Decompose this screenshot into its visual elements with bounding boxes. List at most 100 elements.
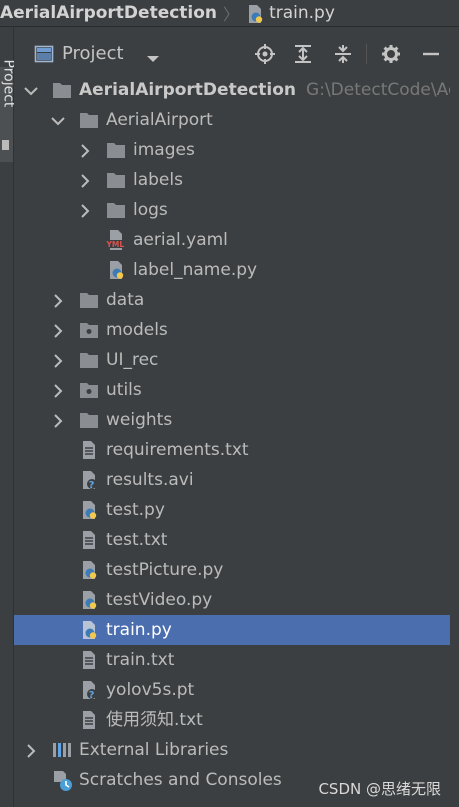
project-tree: AerialAirportDetectionG:\DetectCode\Aeri…: [14, 75, 459, 807]
text-file-icon: [79, 440, 99, 460]
folder-icon: [79, 410, 99, 430]
tree-row-aerial-yaml[interactable]: YML aerial.yaml: [14, 225, 450, 255]
tree-row-label: label_name.py: [133, 260, 258, 280]
tree-row-label: testPicture.py: [106, 560, 224, 580]
tree-row-ui-rec[interactable]: UI_rec: [14, 345, 450, 375]
breadcrumb-file[interactable]: train.py: [269, 3, 335, 23]
tool-window-strip: Project: [0, 27, 17, 807]
tree-row-label: yolov5s.pt: [106, 680, 195, 700]
tree-row-label: train.txt: [106, 650, 175, 670]
tree-row-requirements-txt[interactable]: requirements.txt: [14, 435, 450, 465]
structure-tab-icon[interactable]: [2, 140, 9, 150]
tree-row-train-py[interactable]: train.py: [14, 615, 450, 645]
tree-row-label: test.txt: [106, 530, 168, 550]
python-file-icon: [106, 260, 126, 280]
tree-row-weights[interactable]: weights: [14, 405, 450, 435]
tree-row-label: aerial.yaml: [133, 230, 228, 250]
expand-all-icon[interactable]: [292, 43, 314, 65]
folder-icon: [79, 110, 99, 130]
tree-row-label: AerialAirport: [106, 110, 213, 130]
tree-row-label: Scratches and Consoles: [79, 770, 282, 790]
tree-row-testvideo-py[interactable]: testVideo.py: [14, 585, 450, 615]
tree-row-test-py[interactable]: test.py: [14, 495, 450, 525]
folder-icon: [106, 170, 126, 190]
chevron-right-icon[interactable]: [78, 143, 92, 158]
project-tab-label: Project: [0, 59, 17, 108]
tree-root-label: AerialAirportDetectionG:\DetectCode\Aeri: [79, 79, 450, 101]
yaml-file-icon: YML: [106, 230, 128, 250]
tree-row-testpicture-py[interactable]: testPicture.py: [14, 555, 450, 585]
unknown-file-icon: ?: [79, 470, 99, 491]
tree-row-label: 使用须知.txt: [106, 710, 203, 730]
minimize-icon[interactable]: [420, 43, 442, 65]
chevron-down-icon[interactable]: [51, 113, 65, 127]
svg-text:YML: YML: [106, 240, 124, 249]
chevron-right-icon[interactable]: [51, 353, 65, 368]
unknown-file-icon: ?: [79, 680, 99, 701]
tree-row-models[interactable]: models: [14, 315, 450, 345]
tree-row-results-avi[interactable]: ? results.avi: [14, 465, 450, 495]
folder-icon: [52, 80, 72, 100]
tree-row-aerialairport[interactable]: AerialAirport: [14, 105, 450, 135]
tree-row-logs[interactable]: logs: [14, 195, 450, 225]
chevron-down-icon[interactable]: [146, 49, 160, 69]
chevron-right-icon[interactable]: [78, 203, 92, 218]
collapse-all-icon[interactable]: [332, 43, 354, 65]
tree-row-label: testVideo.py: [106, 590, 213, 610]
chevron-right-icon[interactable]: [51, 323, 65, 338]
package-folder-icon: [79, 320, 99, 340]
scratches-icon: [52, 770, 72, 791]
chevron-right-icon[interactable]: [24, 743, 38, 758]
python-file-icon: [79, 500, 99, 520]
tree-row-utils[interactable]: utils: [14, 375, 450, 405]
watermark: CSDN @思绪无限: [318, 780, 441, 798]
chevron-right-icon[interactable]: [78, 173, 92, 188]
folder-icon: [79, 350, 99, 370]
folder-icon: [79, 290, 99, 310]
chevron-down-icon[interactable]: [24, 83, 38, 97]
tree-row-label: data: [106, 290, 145, 310]
tree-row-external-libraries[interactable]: External Libraries: [14, 735, 450, 765]
python-file-icon: [79, 590, 99, 610]
gear-icon[interactable]: [380, 43, 402, 65]
tree-row-label: requirements.txt: [106, 440, 249, 460]
toolbar-divider: [366, 44, 367, 64]
package-folder-icon: [79, 380, 99, 400]
tree-row-label: labels: [133, 170, 183, 190]
library-icon: [52, 740, 72, 760]
tree-row-label: models: [106, 320, 168, 340]
breadcrumb-project[interactable]: AerialAirportDetection: [0, 3, 217, 23]
tree-row-test-txt[interactable]: test.txt: [14, 525, 450, 555]
text-file-icon: [79, 650, 99, 670]
chevron-right-icon[interactable]: [51, 383, 65, 398]
tree-row-train-txt[interactable]: train.txt: [14, 645, 450, 675]
project-view-title[interactable]: Project: [62, 43, 124, 64]
folder-icon: [106, 200, 126, 220]
text-file-icon: [79, 530, 99, 550]
chevron-right-icon[interactable]: [51, 413, 65, 428]
tree-row-root[interactable]: AerialAirportDetectionG:\DetectCode\Aeri: [14, 75, 450, 105]
breadcrumb: AerialAirportDetection 〉 train.py: [0, 0, 459, 27]
svg-text:?: ?: [89, 480, 95, 490]
folder-icon: [106, 140, 126, 160]
project-toolbar: Project: [14, 38, 459, 70]
python-file-icon: [245, 4, 265, 24]
project-view-icon: [34, 44, 54, 69]
tree-row-label: logs: [133, 200, 168, 220]
chevron-right-icon[interactable]: [51, 293, 65, 308]
tree-row-label: test.py: [106, 500, 165, 520]
locate-icon[interactable]: [254, 43, 276, 65]
breadcrumb-separator-icon: 〉: [223, 5, 240, 24]
tree-row-label: External Libraries: [79, 740, 229, 760]
tree-row-usage-notes-txt[interactable]: 使用须知.txt: [14, 705, 450, 735]
tree-row-labels[interactable]: labels: [14, 165, 450, 195]
tree-row-yolov5s-pt[interactable]: ? yolov5s.pt: [14, 675, 450, 705]
python-file-icon: [79, 560, 99, 580]
tree-row-images[interactable]: images: [14, 135, 450, 165]
tree-row-label: images: [133, 140, 195, 160]
tree-row-label: utils: [106, 380, 142, 400]
tree-row-label: UI_rec: [106, 350, 159, 370]
tree-row-data[interactable]: data: [14, 285, 450, 315]
tree-row-label-name-py[interactable]: label_name.py: [14, 255, 450, 285]
svg-text:?: ?: [89, 690, 95, 700]
